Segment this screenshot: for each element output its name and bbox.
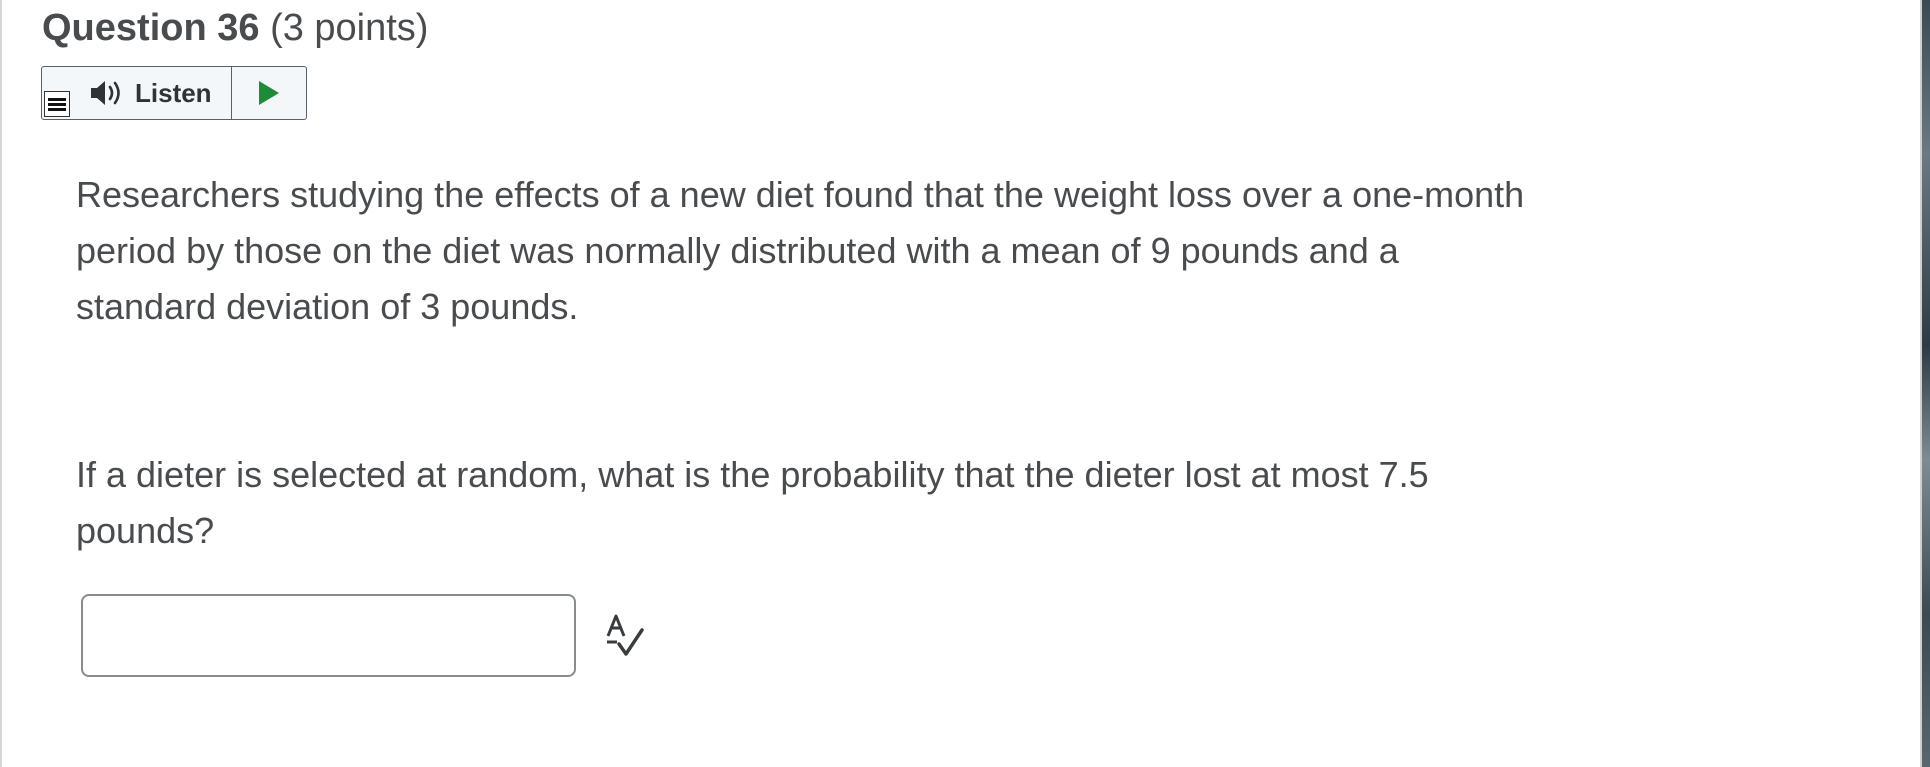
listen-widget: Listen xyxy=(41,66,307,120)
left-border xyxy=(0,0,2,767)
background-strip xyxy=(1922,0,1930,767)
question-prompt: If a dieter is selected at random, what … xyxy=(76,454,1429,551)
question-text: Researchers studying the effects of a ne… xyxy=(76,174,1525,327)
play-icon xyxy=(259,81,279,105)
answer-input[interactable] xyxy=(81,594,576,677)
play-button[interactable] xyxy=(232,67,306,119)
listen-button[interactable]: Listen xyxy=(42,67,232,119)
question-header: Question 36 (3 points) xyxy=(42,4,428,52)
listen-label: Listen xyxy=(135,77,212,108)
speaker-icon xyxy=(91,81,120,105)
quiz-page: Question 36 (3 points) Listen Researcher… xyxy=(0,0,1930,767)
question-title: Question 36 xyxy=(42,7,260,49)
question-points: (3 points) xyxy=(270,7,429,49)
menu-icon[interactable] xyxy=(44,91,70,117)
spellcheck-icon[interactable] xyxy=(605,614,645,660)
